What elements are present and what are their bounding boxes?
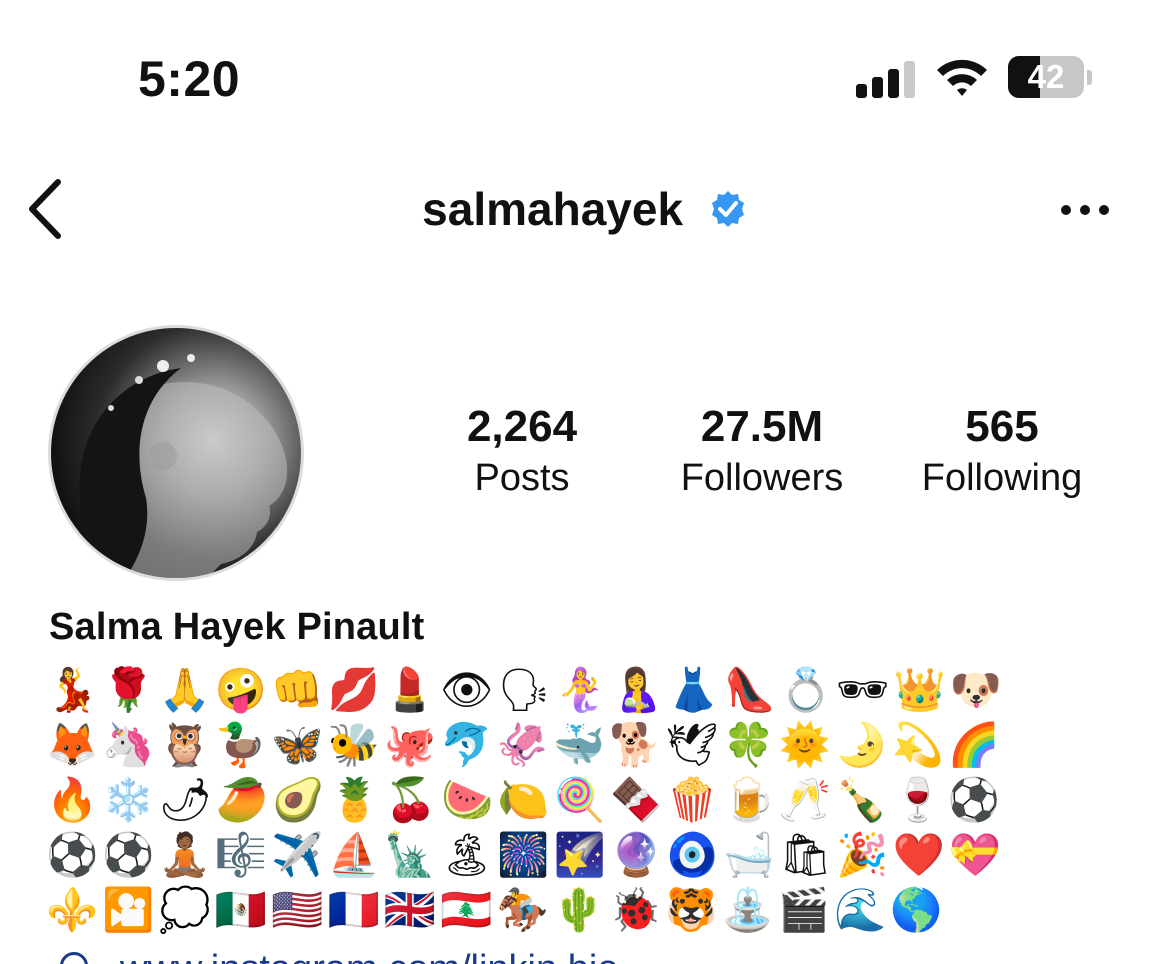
followers-label: Followers [680, 457, 844, 499]
link-icon [60, 952, 88, 964]
bio-link[interactable]: www.instagram.com/linkin.bio [60, 948, 960, 964]
more-options-button[interactable] [1050, 190, 1120, 230]
profile-header: salmahayek [0, 160, 1170, 260]
bio-line: 🦊🦄🦉🦆🦋🐝🐙🐬🦑🐳🐕🕊🍀🌞🌛💫🌈 [46, 720, 1005, 769]
battery-nub [1087, 70, 1092, 85]
verified-badge-icon [711, 190, 744, 227]
status-time: 5:20 [138, 51, 241, 107]
avatar[interactable] [48, 325, 304, 581]
following-value: 565 [965, 402, 1039, 451]
posts-value: 2,264 [466, 402, 578, 451]
bio-line: ⚽️⚽️🧘🏾🎼✈️⛵️🗽🏝🎆🌠🔮🧿🛁🛍🎉❤️💝 [46, 830, 1006, 879]
battery-percent: 42 [1027, 58, 1065, 95]
full-name: Salma Hayek Pinault [49, 606, 425, 648]
following-count[interactable]: 565 Following [892, 400, 1112, 502]
bio-line: 🔥❄️🌶🥭🥑🍍🍒🍉🍋🍭🍫🍿🍺🥂🍾🍷⚽️ [46, 775, 1005, 824]
signal-icon [856, 58, 916, 98]
posts-count[interactable]: 2,264 Posts [412, 400, 632, 502]
status-bar: 5:20 42 [0, 0, 1170, 150]
bio-link-text[interactable]: www.instagram.com/linkin.bio [120, 948, 618, 964]
bio: 💃🌹🙏🤪👊💋💄👁🗣🧜‍♀️🤱👗👠💍🕶👑🐶 🦊🦄🦉🦆🦋🐝🐙🐬🦑🐳🐕🕊🍀🌞🌛💫🌈 🔥… [46, 662, 1126, 937]
page-title: salmahayek [0, 182, 1170, 236]
wifi-icon [934, 56, 990, 98]
followers-count[interactable]: 27.5M Followers [652, 400, 872, 502]
more-horizontal-icon [1061, 205, 1109, 215]
username: salmahayek [422, 183, 684, 235]
profile-photo [72, 354, 288, 578]
bio-line: 💃🌹🙏🤪👊💋💄👁🗣🧜‍♀️🤱👗👠💍🕶👑🐶 [46, 665, 1007, 714]
followers-value: 27.5M [700, 402, 824, 451]
posts-label: Posts [474, 457, 570, 499]
bio-line: ⚜️🎦💭🇲🇽🇺🇸🇫🇷🇬🇧🇱🇧🏇🌵🐞🐯⛲️🎬🌊🌎 [46, 885, 947, 934]
following-label: Following [921, 457, 1083, 499]
battery-icon: 42 [1008, 56, 1084, 98]
